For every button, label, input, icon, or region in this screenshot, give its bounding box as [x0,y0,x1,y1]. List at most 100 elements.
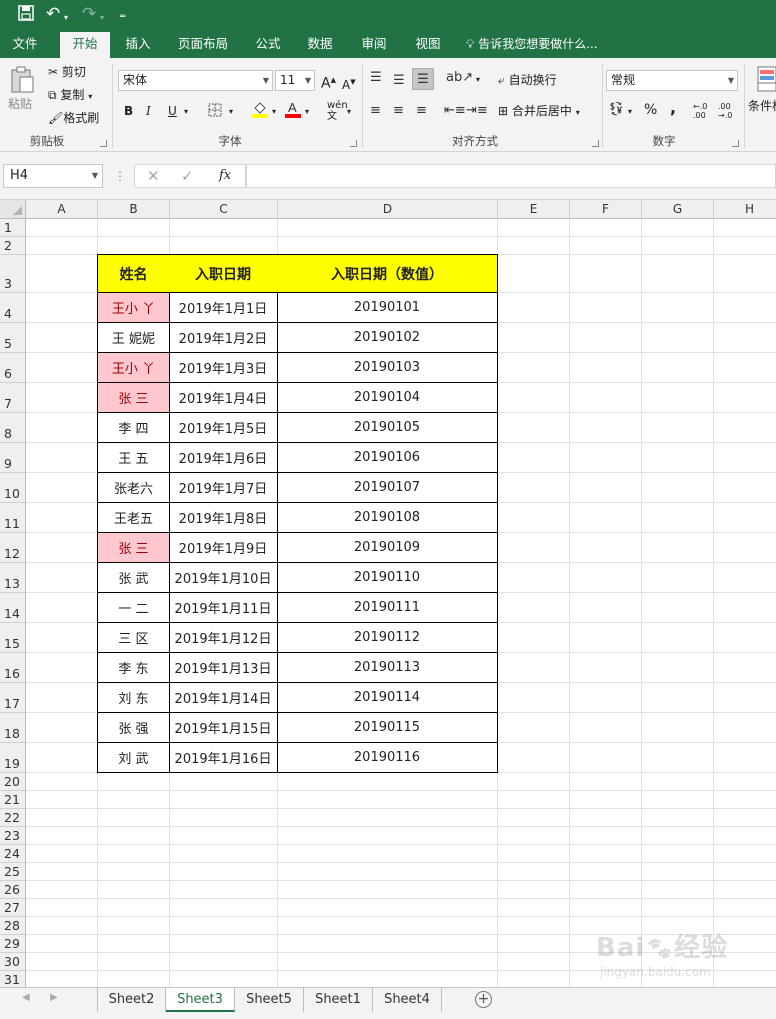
tab-view[interactable]: 视图 [406,30,450,58]
underline-dropdown-icon[interactable]: ▾ [184,104,188,120]
row-header-3[interactable]: 3 [0,255,26,293]
sheet-tab-sheet5[interactable]: Sheet5 [235,988,304,1012]
number-cell[interactable]: 20190109 [277,533,498,563]
name-cell[interactable]: 张老六 [97,473,170,503]
row-header-4[interactable]: 4 [0,293,26,323]
name-cell[interactable]: 三 区 [97,623,170,653]
name-cell[interactable]: 李 东 [97,653,170,683]
name-cell[interactable]: 张 强 [97,713,170,743]
date-cell[interactable]: 2019年1月16日 [169,743,278,773]
number-cell[interactable]: 20190112 [277,623,498,653]
row-header-24[interactable]: 24 [0,845,26,863]
cut-button[interactable]: ✂ 剪切 [48,64,86,80]
worksheet-grid[interactable]: ABCDEFGH 1 2 3 4 5 6 7 8 9 10 11 12 13 14 15 16 17 18 19 20… [0,200,776,987]
orientation-dropdown-icon[interactable]: ▾ [476,72,480,88]
number-cell[interactable]: 20190103 [277,353,498,383]
currency-dropdown-icon[interactable]: ▾ [628,104,632,120]
phonetic-dropdown-icon[interactable]: ▾ [347,104,351,120]
name-cell[interactable]: 王老五 [97,503,170,533]
row-header-29[interactable]: 29 [0,935,26,953]
paste-icon[interactable] [8,66,36,94]
column-header-h[interactable]: H [714,200,776,219]
name-cell[interactable]: 刘 东 [97,683,170,713]
cancel-icon[interactable]: ✕ [147,167,160,185]
comma-button[interactable]: , [670,100,676,116]
name-cell[interactable]: 李 四 [97,413,170,443]
underline-button[interactable]: U [168,103,177,119]
tab-home[interactable]: 开始 [60,32,110,58]
tell-me-box[interactable]: 💡︎ 告诉我您想要做什么... [466,30,598,58]
table-header-cell[interactable]: 入职日期 [169,254,278,293]
number-cell[interactable]: 20190108 [277,503,498,533]
borders-icon[interactable] [208,103,222,122]
font-color-icon[interactable]: A [285,100,301,123]
percent-button[interactable]: % [644,102,657,118]
date-cell[interactable]: 2019年1月1日 [169,293,278,323]
wrap-text-button[interactable]: ⤶ 自动换行 [498,72,557,88]
name-cell[interactable]: 刘 武 [97,743,170,773]
column-header-f[interactable]: F [570,200,642,219]
name-cell[interactable]: 一 二 [97,593,170,623]
date-cell[interactable]: 2019年1月9日 [169,533,278,563]
redo-dropdown-icon[interactable]: ▾ [100,9,104,27]
font-launcher-icon[interactable] [350,140,357,147]
scroll-left-icon[interactable]: ◀ [22,992,30,1003]
formula-input[interactable] [246,164,776,188]
sheet-tab-sheet2[interactable]: Sheet2 [97,988,166,1012]
number-cell[interactable]: 20190104 [277,383,498,413]
align-bottom-icon[interactable]: ☰ [412,68,434,90]
table-header-cell[interactable]: 姓名 [97,254,170,293]
clipboard-launcher-icon[interactable] [100,140,107,147]
number-cell[interactable]: 20190116 [277,743,498,773]
number-cell[interactable]: 20190107 [277,473,498,503]
number-cell[interactable]: 20190111 [277,593,498,623]
confirm-icon[interactable]: ✓ [181,167,194,185]
fill-color-icon[interactable] [252,100,268,123]
name-box[interactable]: H4 ▼ [3,164,103,188]
name-cell[interactable]: 王 五 [97,443,170,473]
row-header-11[interactable]: 11 [0,503,26,533]
sheet-tab-sheet4[interactable]: Sheet4 [373,988,442,1012]
undo-dropdown-icon[interactable]: ▾ [64,9,68,27]
fill-color-dropdown-icon[interactable]: ▾ [272,104,276,120]
tab-formulas[interactable]: 公式 [246,30,290,58]
date-cell[interactable]: 2019年1月8日 [169,503,278,533]
conditional-formatting-label[interactable]: 条件格 [748,98,776,114]
sheet-tab-sheet3[interactable]: Sheet3 [166,988,235,1012]
number-cell[interactable]: 20190106 [277,443,498,473]
redo-icon[interactable]: ↷ [82,5,96,23]
row-header-20[interactable]: 20 [0,773,26,791]
row-header-9[interactable]: 9 [0,443,26,473]
align-top-icon[interactable]: ☰ [370,70,382,86]
format-painter-button[interactable]: 🖌︎格式刷 [48,110,99,126]
shrink-font-button[interactable]: A▼ [342,74,356,93]
tab-review[interactable]: 审阅 [352,30,396,58]
row-header-15[interactable]: 15 [0,623,26,653]
decrease-decimal-button[interactable]: .00 →.0 [718,102,732,120]
column-header-e[interactable]: E [498,200,570,219]
row-header-31[interactable]: 31 [0,971,26,987]
number-cell[interactable]: 20190110 [277,563,498,593]
row-header-22[interactable]: 22 [0,809,26,827]
currency-icon[interactable]: 💱︎ [608,102,625,118]
add-sheet-icon[interactable]: + [475,991,492,1008]
date-cell[interactable]: 2019年1月7日 [169,473,278,503]
alignment-launcher-icon[interactable] [592,140,599,147]
column-header-g[interactable]: G [642,200,714,219]
bold-button[interactable]: B [124,103,133,119]
row-header-5[interactable]: 5 [0,323,26,353]
grow-font-button[interactable]: A▲ [321,72,336,92]
row-header-25[interactable]: 25 [0,863,26,881]
name-cell[interactable]: 张 三 [97,533,170,563]
conditional-formatting-icon[interactable] [756,66,776,92]
date-cell[interactable]: 2019年1月4日 [169,383,278,413]
tab-file[interactable]: 文件 [0,30,50,58]
row-header-7[interactable]: 7 [0,383,26,413]
phonetic-button[interactable]: wén 文 [327,100,348,122]
row-header-26[interactable]: 26 [0,881,26,899]
increase-indent-icon[interactable]: ⇥≡ [466,103,488,119]
name-cell[interactable]: 张 武 [97,563,170,593]
copy-button[interactable]: ⧉ 复制 ▾ [48,87,92,105]
number-launcher-icon[interactable] [732,140,739,147]
number-cell[interactable]: 20190102 [277,323,498,353]
